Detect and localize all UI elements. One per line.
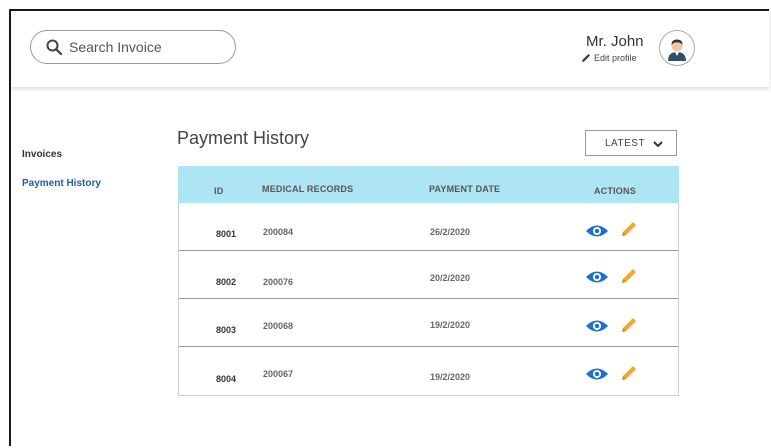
user-avatar-icon xyxy=(668,39,686,61)
column-header-payment-date: PAYMENT DATE xyxy=(429,184,501,194)
table-header: ID MEDICAL RECORDS PAYMENT DATE ACTIONS xyxy=(178,166,679,203)
table-row: 8001 200084 26/2/2020 xyxy=(179,203,678,251)
search-icon xyxy=(46,39,62,55)
pencil-icon[interactable] xyxy=(620,267,638,285)
pencil-icon[interactable] xyxy=(620,220,638,238)
cell-payment-date: 26/2/2020 xyxy=(430,227,471,237)
chevron-down-icon xyxy=(653,141,663,148)
pencil-icon xyxy=(582,54,590,62)
cell-medical-record: 200076 xyxy=(263,277,294,287)
eye-icon[interactable] xyxy=(585,269,609,285)
cell-payment-date: 20/2/2020 xyxy=(430,273,471,283)
cell-medical-record: 200084 xyxy=(263,227,294,237)
sidebar-item-invoices[interactable]: Invoices xyxy=(22,149,62,160)
top-header: Mr. John Edit profile xyxy=(11,11,769,87)
cell-payment-date: 19/2/2020 xyxy=(430,372,471,382)
cell-id: 8001 xyxy=(216,229,237,239)
page-title: Payment History xyxy=(177,128,310,148)
cell-id: 8004 xyxy=(216,374,237,384)
sort-dropdown[interactable]: LATEST xyxy=(585,130,677,156)
sort-selected-value: LATEST xyxy=(605,138,646,149)
cell-payment-date: 19/2/2020 xyxy=(430,320,471,330)
eye-icon[interactable] xyxy=(585,318,609,334)
pencil-icon[interactable] xyxy=(620,364,638,382)
cell-medical-record: 200067 xyxy=(263,369,294,379)
payment-history-table: ID MEDICAL RECORDS PAYMENT DATE ACTIONS … xyxy=(178,166,679,396)
cell-medical-record: 200068 xyxy=(263,321,294,331)
edit-profile-label: Edit profile xyxy=(594,53,637,63)
search-box[interactable] xyxy=(30,30,236,64)
column-header-id: ID xyxy=(214,186,224,196)
column-header-actions: ACTIONS xyxy=(594,186,636,196)
edit-profile-link[interactable]: Edit profile xyxy=(581,53,637,63)
column-header-medical-records: MEDICAL RECORDS xyxy=(262,184,354,194)
table-row: 8002 200076 20/2/2020 xyxy=(179,251,678,299)
avatar[interactable] xyxy=(659,30,695,66)
sidebar-item-payment-history[interactable]: Payment History xyxy=(22,178,101,189)
pencil-icon[interactable] xyxy=(620,316,638,334)
table-row: 8003 200068 19/2/2020 xyxy=(179,299,678,347)
cell-id: 8002 xyxy=(216,277,237,287)
eye-icon[interactable] xyxy=(585,223,609,239)
user-name: Mr. John xyxy=(586,33,644,50)
table-row: 8004 200067 19/2/2020 xyxy=(179,347,678,395)
search-input[interactable] xyxy=(69,37,229,57)
eye-icon[interactable] xyxy=(585,366,609,382)
cell-id: 8003 xyxy=(216,325,237,335)
